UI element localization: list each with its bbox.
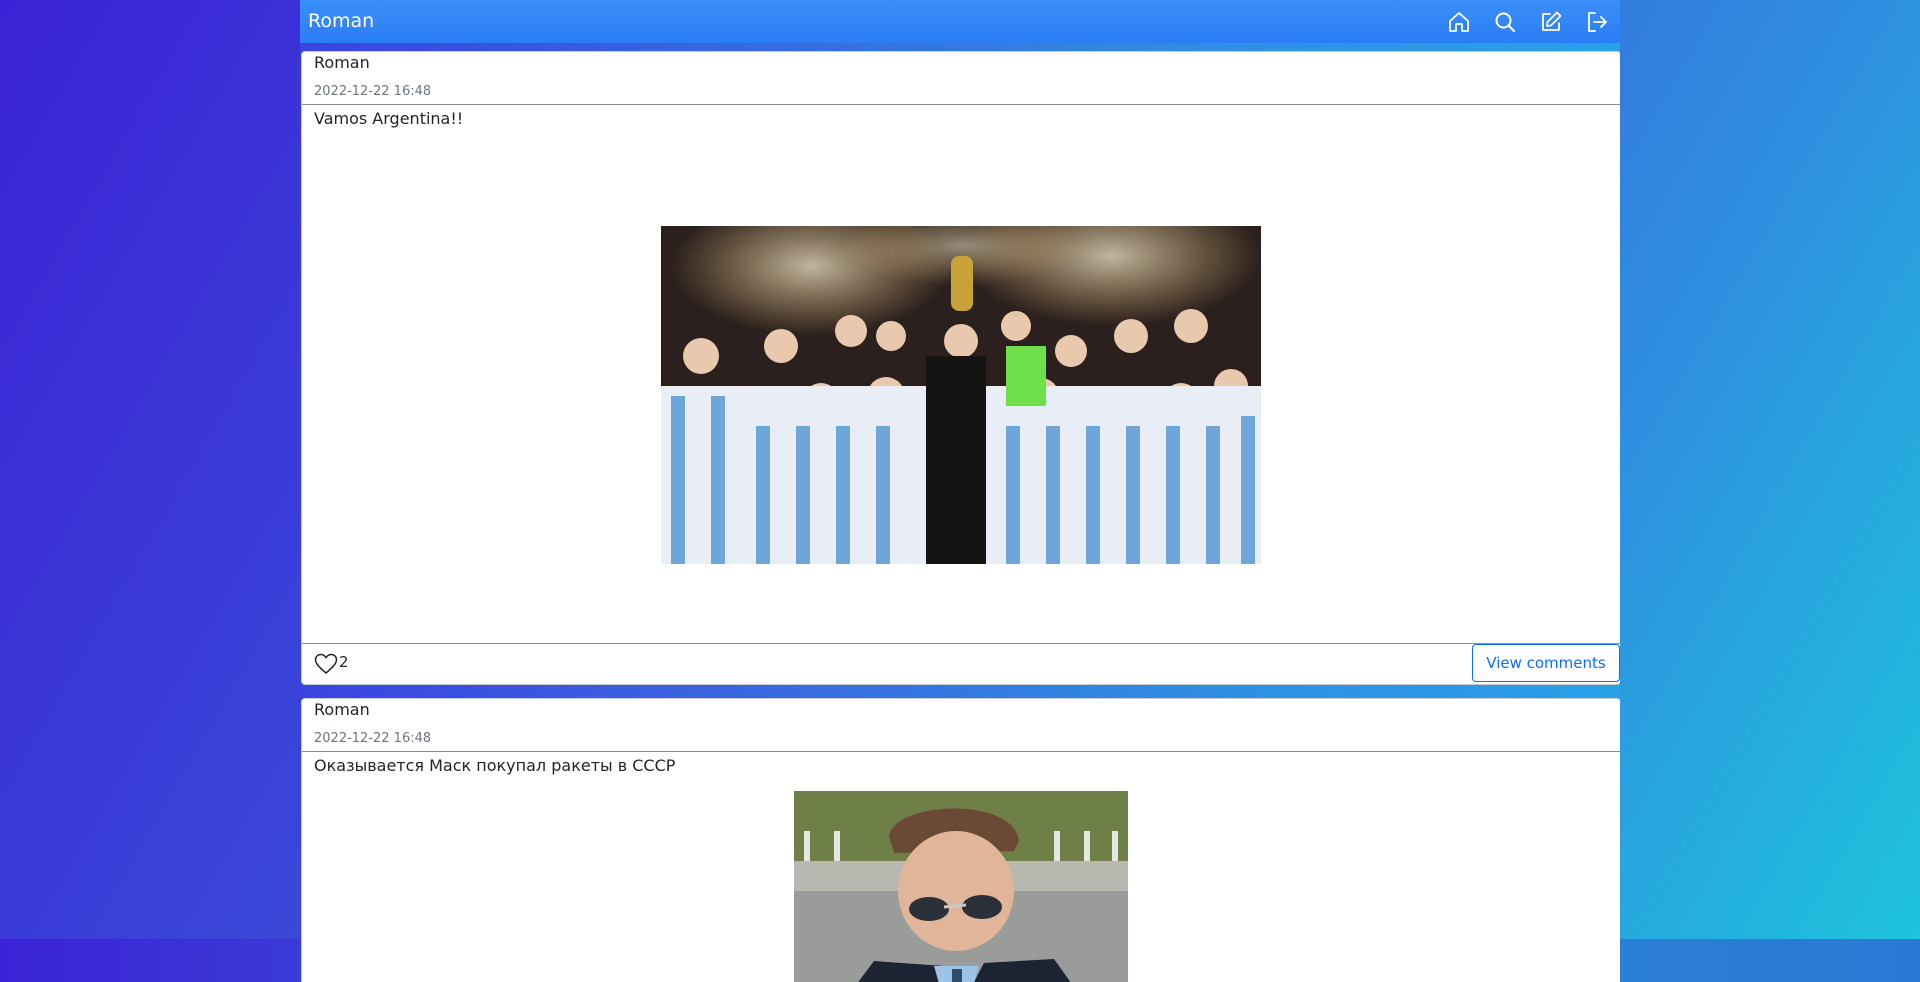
- like-count: 2: [339, 653, 349, 671]
- logout-icon[interactable]: [1574, 0, 1620, 43]
- post-image: [794, 791, 1128, 982]
- nav-icon-group: [1436, 0, 1620, 43]
- main-container: Roman Roman 2022-12-22 16:48 Vamos Argen…: [300, 0, 1620, 982]
- edit-icon[interactable]: [1528, 0, 1574, 43]
- post-card: Roman 2022-12-22 16:48 Vamos Argentina!!: [301, 51, 1620, 685]
- post-card: Roman 2022-12-22 16:48 Оказывается Маск …: [301, 698, 1620, 982]
- post-timestamp: 2022-12-22 16:48: [314, 731, 432, 746]
- search-icon[interactable]: [1482, 0, 1528, 43]
- like-button[interactable]: 2: [314, 653, 349, 675]
- heart-icon: [314, 653, 338, 674]
- post-footer: 2 View comments: [302, 643, 1620, 684]
- post-header: Roman 2022-12-22 16:48: [302, 52, 1620, 105]
- post-text: Оказывается Маск покупал ракеты в СССР: [314, 756, 676, 775]
- post-author[interactable]: Roman: [314, 53, 370, 72]
- post-timestamp: 2022-12-22 16:48: [314, 84, 432, 99]
- top-navbar: Roman: [300, 0, 1620, 43]
- post-image: [661, 226, 1261, 564]
- post-author[interactable]: Roman: [314, 700, 370, 719]
- home-icon[interactable]: [1436, 0, 1482, 43]
- post-text: Vamos Argentina!!: [314, 109, 464, 128]
- view-comments-button[interactable]: View comments: [1472, 644, 1620, 682]
- post-header: Roman 2022-12-22 16:48: [302, 699, 1620, 752]
- brand-link[interactable]: Roman: [308, 10, 374, 32]
